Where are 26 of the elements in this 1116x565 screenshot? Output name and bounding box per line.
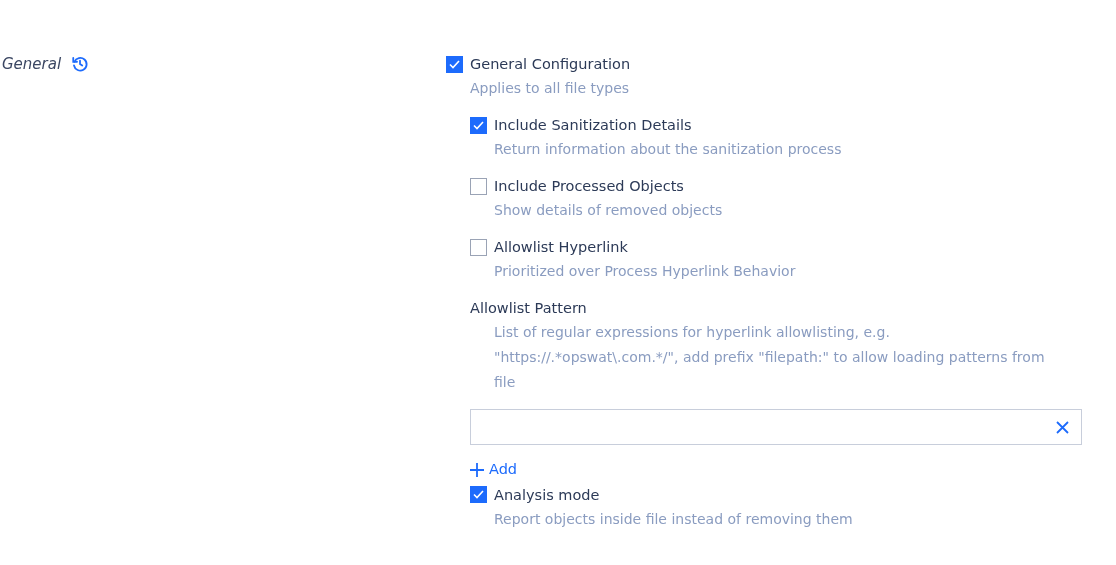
description: Report objects inside file instead of removing them	[494, 509, 854, 529]
section-title: General	[2, 53, 62, 75]
description: Prioritized over Process Hyperlink Behavior	[494, 262, 797, 281]
checkbox-label: Analysis mode	[494, 485, 600, 505]
pattern-field[interactable]	[470, 409, 1082, 445]
checkbox[interactable]	[470, 116, 487, 134]
checkbox-label: Allowlist Hyperlink	[494, 238, 628, 257]
close-icon[interactable]	[1056, 420, 1069, 434]
check-icon	[473, 490, 484, 500]
plus-icon	[470, 462, 484, 477]
checkbox[interactable]	[470, 177, 487, 195]
field-label: Allowlist Pattern	[470, 299, 588, 318]
history-icon[interactable]	[71, 55, 90, 73]
description: List of regular expressions for hyperlink allowlisting, e.g. "https://.*opswat\.com.*/", add prefix "filepath:" to allow loading patterns from file	[494, 323, 1046, 392]
checkbox[interactable]	[470, 486, 487, 504]
check-icon	[449, 59, 460, 69]
check-icon	[473, 120, 484, 130]
checkbox[interactable]	[446, 55, 463, 73]
checkbox[interactable]	[470, 238, 487, 256]
description: Return information about the sanitization process	[494, 140, 843, 159]
add-link[interactable]: Add	[470, 459, 518, 481]
checkbox-label: Include Processed Objects	[494, 177, 684, 196]
description: Applies to all file types	[470, 79, 631, 98]
description: Show details of removed objects	[494, 201, 724, 220]
checkbox-label: General Configuration	[470, 55, 631, 74]
checkbox-label: Include Sanitization Details	[494, 116, 692, 135]
